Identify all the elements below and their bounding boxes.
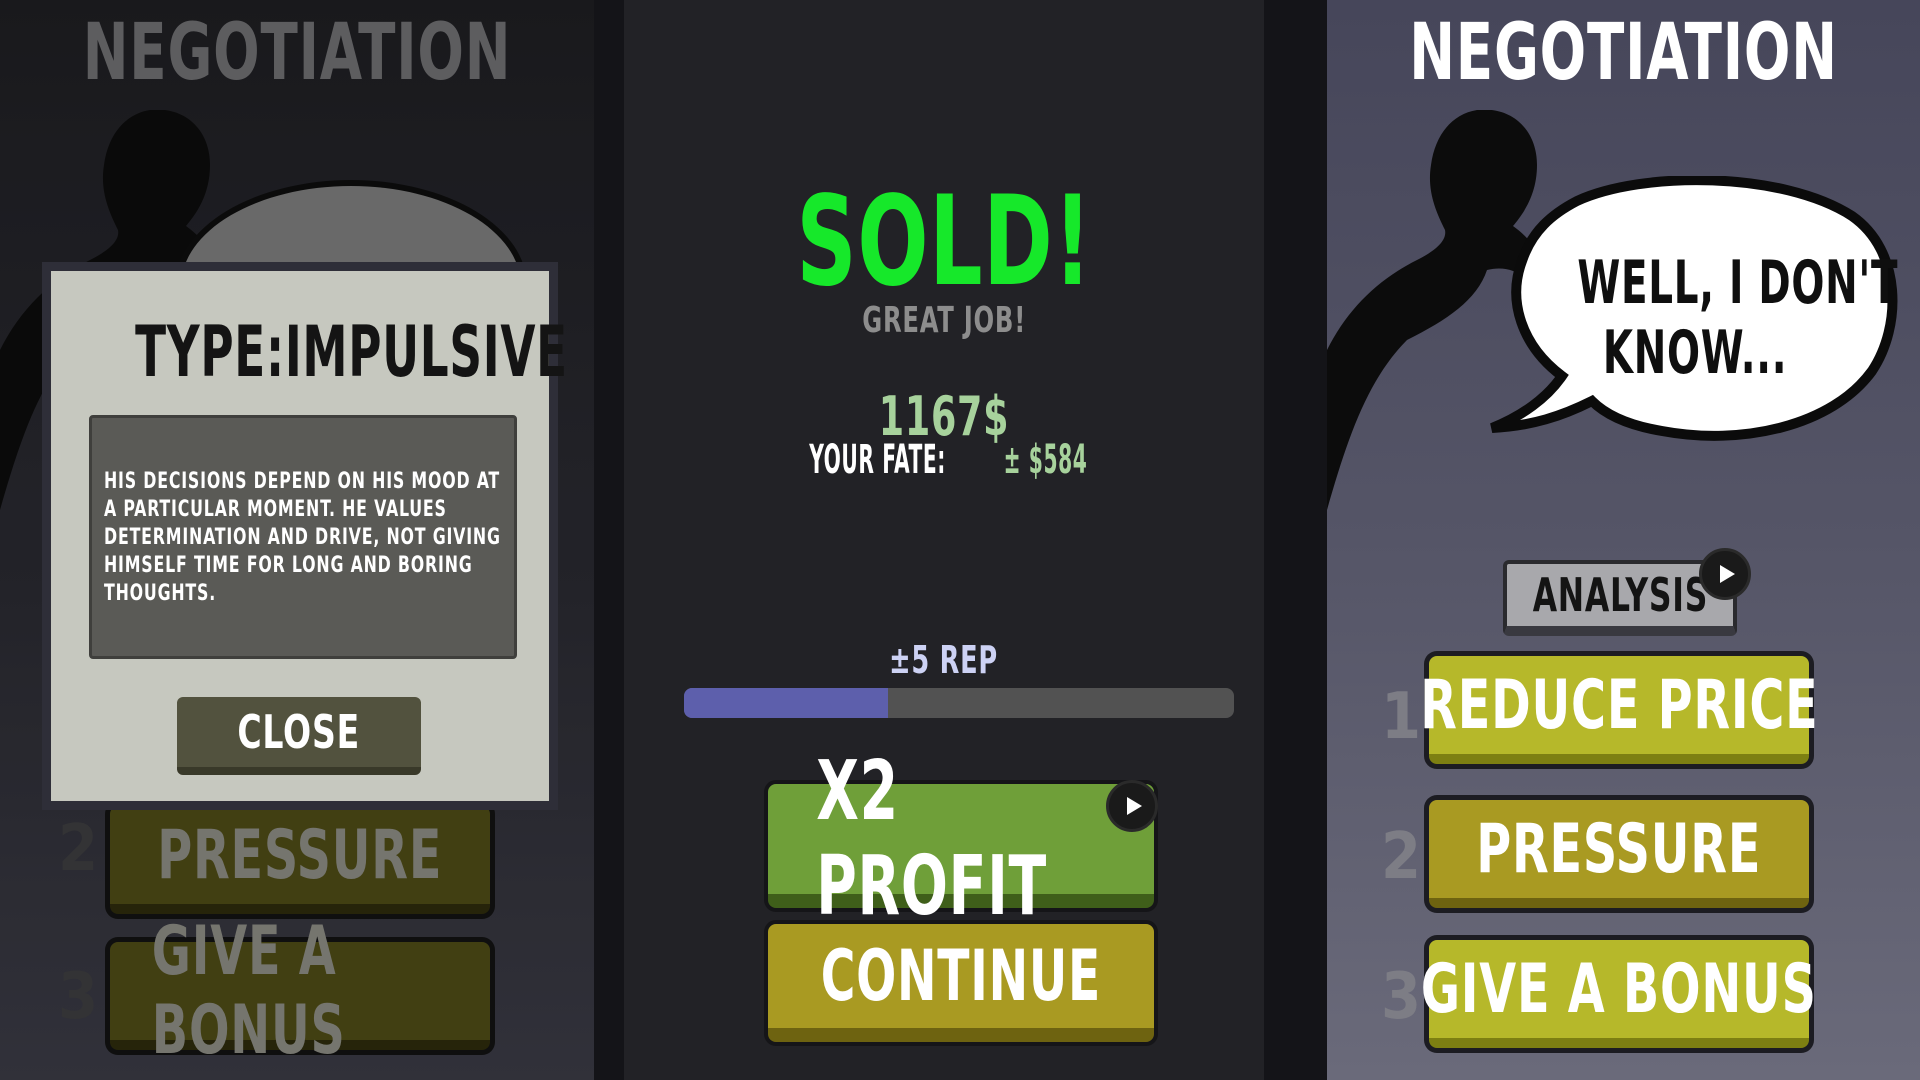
- reputation-label: ±5 REP: [889, 638, 999, 682]
- result-screen: SOLD! GREAT JOB! 1167$ YOUR FATE: ± $584 …: [624, 0, 1264, 1080]
- reduce-price-button[interactable]: REDUCE PRICE: [1420, 656, 1817, 764]
- fate-label: YOUR FATE:: [809, 437, 947, 483]
- button-label: REDUCE PRICE: [1419, 665, 1819, 745]
- popup-title: TYPE:IMPULSIVE: [135, 311, 568, 393]
- reputation-bar-fill: [684, 688, 888, 718]
- screen-title: NEGOTIATION: [1409, 8, 1838, 98]
- play-icon: [1106, 780, 1158, 832]
- sold-headline: SOLD!: [795, 170, 1093, 314]
- fate-row: YOUR FATE: ± $584: [624, 437, 1264, 483]
- option-number: 2: [1381, 820, 1423, 894]
- left-screen: NEGOTIATION 2 PRESSURE 3 GIVE A BONUS TY…: [0, 0, 594, 1080]
- speech-line: WELL, I DON'T: [1577, 248, 1899, 318]
- option-number: 3: [1381, 960, 1423, 1034]
- give-bonus-button[interactable]: GIVE A BONUS: [1421, 940, 1816, 1048]
- great-job-subheadline: GREAT JOB!: [862, 300, 1026, 341]
- button-label: ANALYSIS: [1532, 568, 1708, 622]
- close-button[interactable]: CLOSE: [177, 697, 421, 775]
- personality-popup: TYPE:IMPULSIVE HIS DECISIONS DEPEND ON H…: [42, 262, 568, 810]
- speech-line: KNOW...: [1602, 318, 1788, 388]
- reputation-bar: [684, 688, 1234, 718]
- button-label: CLOSE: [237, 705, 361, 759]
- right-screen: NEGOTIATION WELL, I DON'T KNOW... ANALYS…: [1327, 0, 1920, 1080]
- x2-profit-button[interactable]: X2 PROFIT: [768, 744, 1158, 934]
- speech-text: WELL, I DON'T KNOW...: [1515, 248, 1897, 388]
- button-label: PRESSURE: [1476, 809, 1762, 889]
- fate-value: ± $584: [1003, 437, 1088, 483]
- button-label: X2 PROFIT: [816, 744, 1048, 934]
- analysis-button[interactable]: ANALYSIS: [1503, 548, 1751, 636]
- continue-button[interactable]: CONTINUE: [768, 924, 1154, 1042]
- pressure-button[interactable]: PRESSURE: [1429, 800, 1809, 908]
- play-icon: [1699, 548, 1751, 600]
- popup-description: HIS DECISIONS DEPEND ON HIS MOOD AT A PA…: [89, 415, 517, 659]
- button-label: GIVE A BONUS: [1421, 949, 1817, 1029]
- button-label: CONTINUE: [820, 935, 1102, 1017]
- option-number: 1: [1381, 680, 1423, 754]
